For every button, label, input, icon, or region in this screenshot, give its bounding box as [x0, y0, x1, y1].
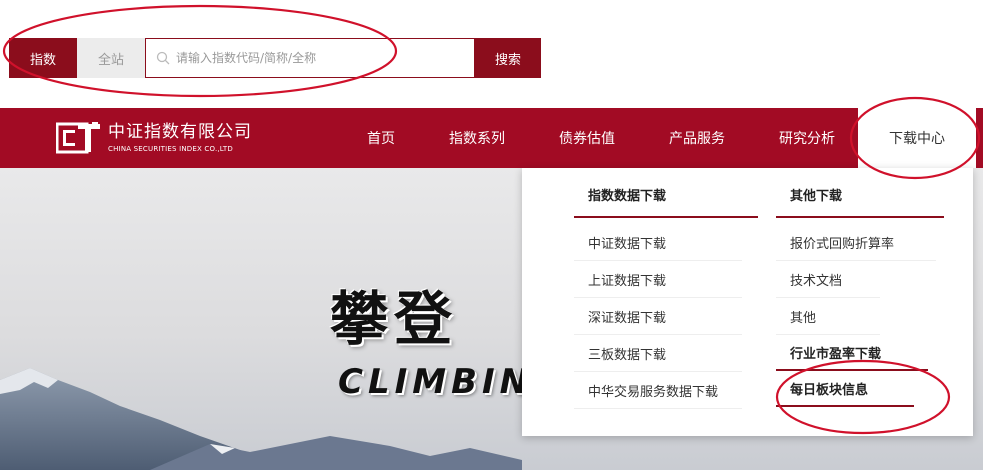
scope-index-tab[interactable]: 指数	[9, 38, 77, 78]
search-button[interactable]: 搜索	[475, 38, 541, 78]
search-icon	[156, 51, 170, 65]
nav-home[interactable]: 首页	[367, 108, 395, 168]
logo-mark	[56, 122, 100, 154]
nav-research[interactable]: 研究分析	[779, 108, 835, 168]
brand-name-cn: 中证指数有限公司	[108, 122, 252, 142]
download-center-dropdown: 指数数据下载 中证数据下载 上证数据下载 深证数据下载 三板数据下载 中华交易服…	[522, 168, 973, 436]
search-input[interactable]	[176, 51, 456, 65]
dropdown-item-neeq-data[interactable]: 三板数据下载	[574, 335, 742, 372]
dropdown-item-szse-data[interactable]: 深证数据下载	[574, 298, 742, 335]
dropdown-item-repo-rate[interactable]: 报价式回购折算率	[776, 224, 936, 261]
other-downloads-heading[interactable]: 其他下载	[776, 172, 944, 218]
nav-bond-valuation[interactable]: 债券估值	[559, 108, 615, 168]
dropdown-item-other[interactable]: 其他	[776, 298, 880, 335]
nav-index-series[interactable]: 指数系列	[449, 108, 505, 168]
index-data-heading[interactable]: 指数数据下载	[574, 172, 758, 218]
scope-site-tab[interactable]: 全站	[77, 38, 145, 78]
nav-download-center[interactable]: 下载中心	[858, 108, 976, 168]
main-navbar: 中证指数有限公司 CHINA SECURITIES INDEX CO.,LTD …	[0, 108, 983, 168]
dropdown-item-sse-data[interactable]: 上证数据下载	[574, 261, 742, 298]
brand-text: 中证指数有限公司 CHINA SECURITIES INDEX CO.,LTD	[108, 122, 252, 154]
dropdown-item-tech-docs[interactable]: 技术文档	[776, 261, 880, 298]
hero-title-en: CLIMBIN	[338, 362, 534, 402]
search-bar: 指数 全站 搜索	[9, 38, 541, 78]
dropdown-item-daily-sector-info[interactable]: 每日板块信息	[776, 371, 914, 407]
nav-products[interactable]: 产品服务	[669, 108, 725, 168]
dropdown-item-cesc-data[interactable]: 中华交易服务数据下载	[574, 372, 742, 409]
dropdown-item-industry-pe[interactable]: 行业市盈率下载	[776, 335, 928, 371]
brand-name-en: CHINA SECURITIES INDEX CO.,LTD	[108, 145, 234, 153]
hero-title-cn: 攀登	[330, 285, 459, 353]
page: 指数 全站 搜索 中证指数有限公司 CHINA SECURITIES INDEX…	[0, 0, 983, 470]
dropdown-item-csi-data[interactable]: 中证数据下载	[574, 224, 742, 261]
search-field[interactable]	[145, 38, 475, 78]
brand-logo[interactable]: 中证指数有限公司 CHINA SECURITIES INDEX CO.,LTD	[56, 121, 252, 155]
